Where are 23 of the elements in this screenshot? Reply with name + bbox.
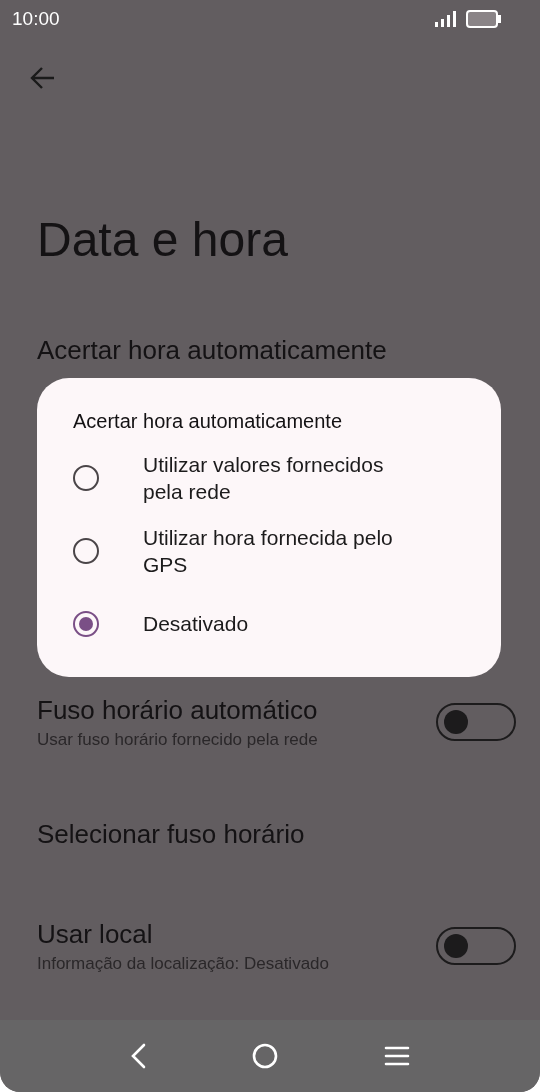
home-icon[interactable] [252,1043,278,1069]
page-title: Data e hora [36,212,289,268]
toggle-switch[interactable] [436,927,516,965]
status-time: 10:00 [12,8,60,30]
setting-label[interactable]: Selecionar fuso horário [37,818,305,850]
menu-icon[interactable] [384,1045,410,1067]
radio-button[interactable] [73,464,99,491]
radio-button[interactable] [73,537,99,564]
setting-description: Usar fuso horário fornecido pela rede [37,729,318,750]
setting-label[interactable]: Usar local [37,918,329,950]
setting-description: Informação da localização: Desativado [37,953,329,974]
option-label[interactable]: Utilizar hora fornecida pelo GPS [143,523,425,578]
option-label[interactable]: Utilizar valores fornecidos pela rede [143,450,425,505]
battery-icon [466,10,502,28]
toggle-switch[interactable] [436,703,516,741]
setting-label[interactable]: Fuso horário automático [37,694,318,726]
option-label[interactable]: Desativado [143,610,249,637]
back-icon[interactable] [130,1043,146,1069]
back-arrow-icon[interactable] [30,66,56,90]
signal-icon [434,11,456,27]
radio-button[interactable] [73,610,99,637]
dialog-title: Acertar hora automaticamente [73,410,344,433]
setting-label[interactable]: Acertar hora automaticamente [37,334,387,366]
